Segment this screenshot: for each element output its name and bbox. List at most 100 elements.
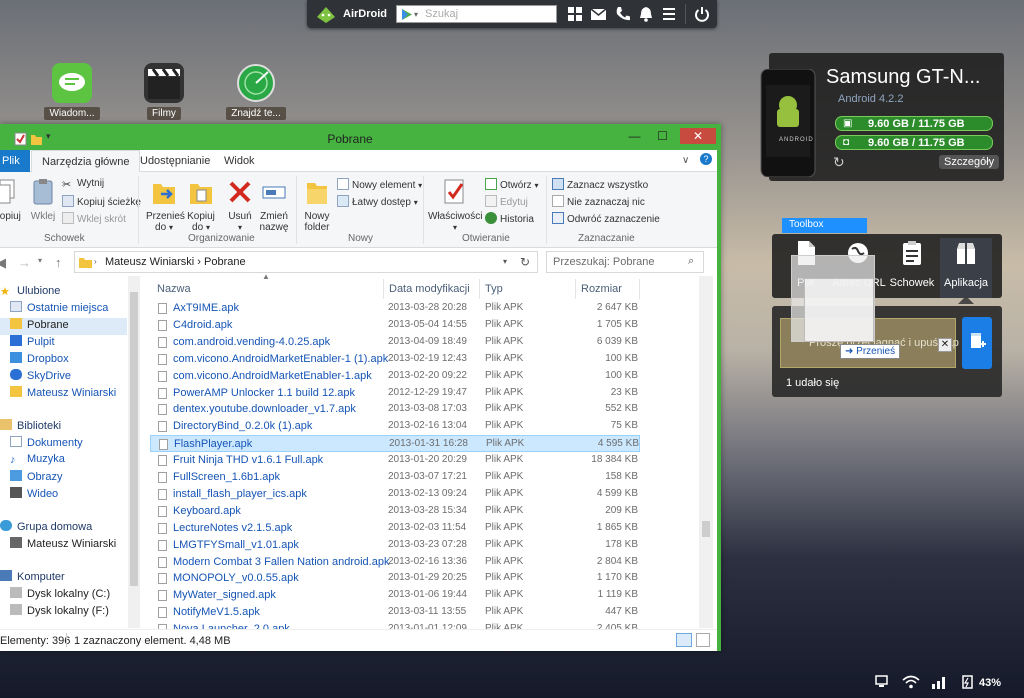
paste-button[interactable]: Wklej — [28, 178, 58, 222]
table-row[interactable]: NotifyMeV1.5.apk 2013-03-11 13:55 Plik APK… — [150, 604, 640, 621]
paste-shortcut-button[interactable]: Wklej skrót — [62, 212, 126, 228]
network-computer-icon[interactable] — [874, 675, 892, 689]
table-row[interactable]: FlashPlayer.apk 2013-01-31 16:28 Plik APK 4… — [150, 435, 640, 453]
collapse-ribbon-icon[interactable]: ∨ — [682, 155, 689, 166]
refresh-icon[interactable]: ↻ — [520, 255, 530, 269]
copy-to-button[interactable]: Kopiuj do ▾ — [184, 178, 218, 233]
forward-icon[interactable]: → — [18, 255, 31, 270]
refresh-icon[interactable]: ↻ — [833, 154, 845, 171]
minimize-icon[interactable]: — — [622, 129, 647, 144]
maximize-icon[interactable]: ☐ — [650, 129, 675, 144]
airdroid-search-box[interactable]: ▾ Szukaj — [396, 5, 557, 23]
toolbox-tab[interactable]: Toolbox — [782, 218, 867, 233]
move-to-button[interactable]: Przenieś do ▾ — [146, 178, 185, 233]
invert-selection-button[interactable]: Odwróć zaznaczenie — [552, 212, 660, 228]
rename-button[interactable]: Zmień nazwę — [258, 178, 290, 233]
address-box[interactable]: › Mateusz Winiarski › Pobrane ▾ ↻ — [74, 251, 538, 273]
tool-apps[interactable]: Aplikacja — [940, 240, 992, 289]
properties-button[interactable]: Właściwości ▾ — [428, 178, 482, 233]
nav-documents[interactable]: Dokumenty — [10, 436, 83, 453]
table-row[interactable]: com.vicono.AndroidMarketEnabler-1 (1).ap… — [150, 351, 640, 368]
apps-grid-icon[interactable] — [566, 5, 584, 23]
tab-file[interactable]: Plik — [0, 150, 30, 172]
address-path[interactable]: Mateusz Winiarski › Pobrane — [105, 256, 246, 268]
cut-button[interactable]: ✂ Wytnij — [62, 178, 104, 194]
easy-access-button[interactable]: Łatwy dostęp ▾ — [337, 195, 418, 211]
nav-downloads[interactable]: Pobrane — [0, 318, 127, 335]
table-row[interactable]: C4droid.apk 2013-05-04 14:55 Plik APK 1 705… — [150, 317, 640, 334]
nav-scrollbar[interactable] — [128, 276, 140, 628]
details-view-icon[interactable] — [676, 633, 692, 647]
large-icons-view-icon[interactable] — [696, 633, 710, 647]
delete-button[interactable]: Usuń ▾ — [224, 178, 256, 233]
nav-libraries[interactable]: Biblioteki — [0, 419, 61, 436]
phone-icon[interactable] — [614, 5, 632, 23]
edit-button[interactable]: Edytuj — [485, 195, 528, 211]
close-icon[interactable]: ✕ — [938, 338, 952, 352]
table-row[interactable]: DirectoryBind_0.2.0k (1).apk 2013-02-16 1… — [150, 418, 640, 435]
chevron-down-icon[interactable]: ▾ — [503, 257, 507, 266]
details-button[interactable]: Szczegóły — [939, 155, 1000, 169]
battery-charging-icon[interactable] — [960, 675, 978, 689]
table-row[interactable]: install_flash_player_ics.apk 2013-02-13 0… — [150, 486, 640, 503]
close-window-button[interactable]: ✕ — [680, 128, 716, 144]
recent-locations-icon[interactable]: ▾ — [38, 256, 42, 265]
desktop-icon-find-phone[interactable]: Znajdź te... — [224, 63, 288, 120]
folder-search-input[interactable]: Przeszukaj: Pobrane — [553, 256, 655, 268]
table-row[interactable]: PowerAMP Unlocker 1.1 build 12.apk 2012-1… — [150, 385, 640, 402]
back-icon[interactable]: ◀ — [0, 255, 6, 271]
notifications-bell-icon[interactable] — [637, 5, 655, 23]
nav-dropbox[interactable]: Dropbox — [10, 352, 69, 369]
open-button[interactable]: Otwórz ▾ — [485, 178, 538, 194]
add-app-button[interactable] — [962, 317, 992, 369]
messages-icon[interactable] — [590, 5, 608, 23]
new-folder-button[interactable]: Nowy folder — [300, 178, 334, 233]
nav-computer[interactable]: Komputer — [0, 570, 65, 587]
column-name[interactable]: Nazwa — [152, 279, 384, 299]
table-row[interactable]: FullScreen_1.6b1.apk 2013-03-07 17:21 Plik… — [150, 469, 640, 486]
table-row[interactable]: LMGTFYSmall_v1.01.apk 2013-03-23 07:28 Pli… — [150, 537, 640, 554]
tool-clipboard[interactable]: Schowek — [886, 240, 938, 289]
folder-search-box[interactable]: Przeszukaj: Pobrane ⌕ — [546, 251, 704, 273]
table-row[interactable]: MONOPOLY_v0.0.55.apk 2013-01-29 20:25 Plik… — [150, 570, 640, 587]
nav-disk-c[interactable]: Dysk lokalny (C:) — [10, 587, 110, 604]
table-row[interactable]: MyWater_signed.apk 2013-01-06 19:44 Plik A… — [150, 587, 640, 604]
explorer-titlebar[interactable]: ▾ Pobrane — ☐ ✕ — [0, 128, 717, 150]
new-item-button[interactable]: Nowy element ▾ — [337, 178, 422, 194]
wifi-icon[interactable] — [902, 675, 920, 689]
nav-skydrive[interactable]: SkyDrive — [10, 369, 71, 386]
nav-scroll-thumb[interactable] — [130, 292, 138, 586]
column-type[interactable]: Typ — [480, 279, 576, 299]
desktop-icon-messages[interactable]: Wiadom... — [40, 63, 104, 120]
nav-recent[interactable]: Ostatnie miejsca — [10, 301, 108, 318]
nav-videos[interactable]: Wideo — [10, 487, 58, 504]
desktop-icon-movies[interactable]: Filmy — [132, 63, 196, 120]
airdroid-search-input[interactable]: Szukaj — [425, 8, 458, 20]
table-row[interactable]: Fruit Ninja THD v1.6.1 Full.apk 2013-01-2… — [150, 452, 640, 469]
nav-music[interactable]: ♪ Muzyka — [10, 453, 65, 470]
help-icon[interactable]: ? — [700, 153, 712, 165]
nav-favorites[interactable]: ★ Ulubione — [0, 285, 60, 302]
table-row[interactable]: Modern Combat 3 Fallen Nation android.ap… — [150, 554, 640, 571]
nav-desktop[interactable]: Pulpit — [10, 335, 55, 352]
select-none-button[interactable]: Nie zaznaczaj nic — [552, 195, 645, 211]
table-row[interactable]: com.vicono.AndroidMarketEnabler-1.apk 201… — [150, 368, 640, 385]
select-all-button[interactable]: Zaznacz wszystko — [552, 178, 648, 194]
tab-share[interactable]: Udostępnianie — [130, 150, 220, 172]
nav-homegroup[interactable]: Grupa domowa — [0, 520, 92, 537]
menu-icon[interactable] — [660, 5, 678, 23]
table-row[interactable]: Keyboard.apk 2013-03-28 15:34 Plik APK 209 … — [150, 503, 640, 520]
column-date[interactable]: Data modyfikacji — [384, 279, 480, 299]
file-list-scroll-thumb[interactable] — [702, 521, 710, 537]
nav-user[interactable]: Mateusz Winiarski — [10, 386, 116, 403]
nav-homegroup-user[interactable]: Mateusz Winiarski — [10, 537, 116, 554]
table-row[interactable]: dentex.youtube.downloader_v1.7.apk 2013-0… — [150, 401, 640, 418]
search-icon[interactable]: ⌕ — [688, 255, 694, 268]
copy-button[interactable]: Kopiuj — [0, 178, 22, 222]
file-list-scrollbar[interactable] — [699, 276, 713, 628]
power-icon[interactable] — [693, 5, 711, 23]
table-row[interactable]: AxT9IME.apk 2013-03-28 20:28 Plik APK 2 647… — [150, 300, 640, 317]
nav-pictures[interactable]: Obrazy — [10, 470, 62, 487]
history-button[interactable]: Historia — [485, 212, 534, 228]
signal-bars-icon[interactable] — [930, 675, 948, 689]
